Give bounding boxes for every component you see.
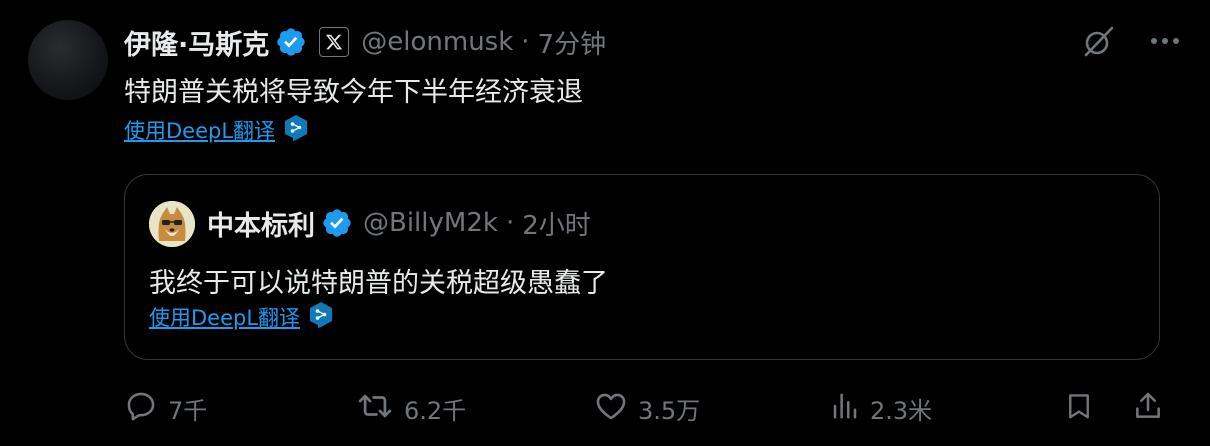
views-button[interactable]: 2.3米 bbox=[830, 388, 932, 428]
bookmark-icon bbox=[1064, 390, 1094, 426]
action-bar: 7千 6.2千 3.5万 2.3米 bbox=[124, 388, 1184, 428]
quote-timestamp[interactable]: 2小时 bbox=[522, 205, 591, 242]
share-button[interactable] bbox=[1132, 388, 1164, 428]
translate-row: 使用DeepL翻译 bbox=[124, 114, 309, 146]
retweet-count: 6.2千 bbox=[404, 396, 467, 425]
avatar[interactable] bbox=[28, 20, 108, 100]
reply-icon bbox=[124, 389, 158, 427]
quote-avatar[interactable] bbox=[149, 201, 195, 247]
tweet: 伊隆·马斯克 @elonmusk · 7分钟 特朗普关税将导致今年下半年经济衰退… bbox=[0, 0, 1210, 446]
heart-icon bbox=[594, 389, 628, 427]
quote-display-name[interactable]: 中本标利 bbox=[207, 204, 315, 243]
verified-badge-icon bbox=[275, 26, 307, 58]
views-icon bbox=[830, 390, 860, 426]
timestamp[interactable]: 7分钟 bbox=[538, 24, 607, 61]
reply-count: 7千 bbox=[168, 396, 208, 425]
quote-handle[interactable]: @BillyM2k bbox=[363, 208, 498, 238]
like-count: 3.5万 bbox=[638, 396, 701, 425]
bookmark-button[interactable] bbox=[1064, 388, 1094, 428]
quote-translate-row: 使用DeepL翻译 bbox=[149, 301, 334, 333]
translate-link[interactable]: 使用DeepL翻译 bbox=[124, 115, 275, 145]
views-count: 2.3米 bbox=[870, 396, 933, 425]
display-name[interactable]: 伊隆·马斯克 bbox=[124, 23, 269, 62]
top-actions bbox=[1082, 24, 1180, 58]
quote-header: 中本标利 @BillyM2k · 2小时 bbox=[207, 203, 591, 243]
share-icon bbox=[1132, 390, 1164, 426]
quote-text: 我终于可以说特朗普的关税超级愚蠢了 bbox=[149, 268, 608, 299]
grok-icon[interactable] bbox=[1082, 24, 1116, 58]
more-icon[interactable] bbox=[1150, 37, 1180, 45]
reply-button[interactable]: 7千 bbox=[124, 388, 207, 428]
deepl-icon bbox=[308, 301, 334, 333]
quote-translate-link[interactable]: 使用DeepL翻译 bbox=[149, 302, 300, 332]
quoted-tweet[interactable]: 中本标利 @BillyM2k · 2小时 我终于可以说特朗普的关税超级愚蠢了 使… bbox=[124, 174, 1160, 360]
tweet-header: 伊隆·马斯克 @elonmusk · 7分钟 bbox=[124, 22, 606, 62]
separator-dot: · bbox=[505, 208, 515, 238]
like-button[interactable]: 3.5万 bbox=[594, 388, 700, 428]
retweet-button[interactable]: 6.2千 bbox=[356, 388, 466, 428]
tweet-text: 特朗普关税将导致今年下半年经济衰退 bbox=[124, 77, 583, 108]
retweet-icon bbox=[356, 389, 394, 427]
verified-badge-icon bbox=[321, 207, 353, 239]
deepl-icon bbox=[283, 114, 309, 146]
handle[interactable]: @elonmusk bbox=[361, 27, 513, 57]
separator-dot: · bbox=[521, 27, 530, 57]
x-logo-icon bbox=[319, 27, 350, 57]
